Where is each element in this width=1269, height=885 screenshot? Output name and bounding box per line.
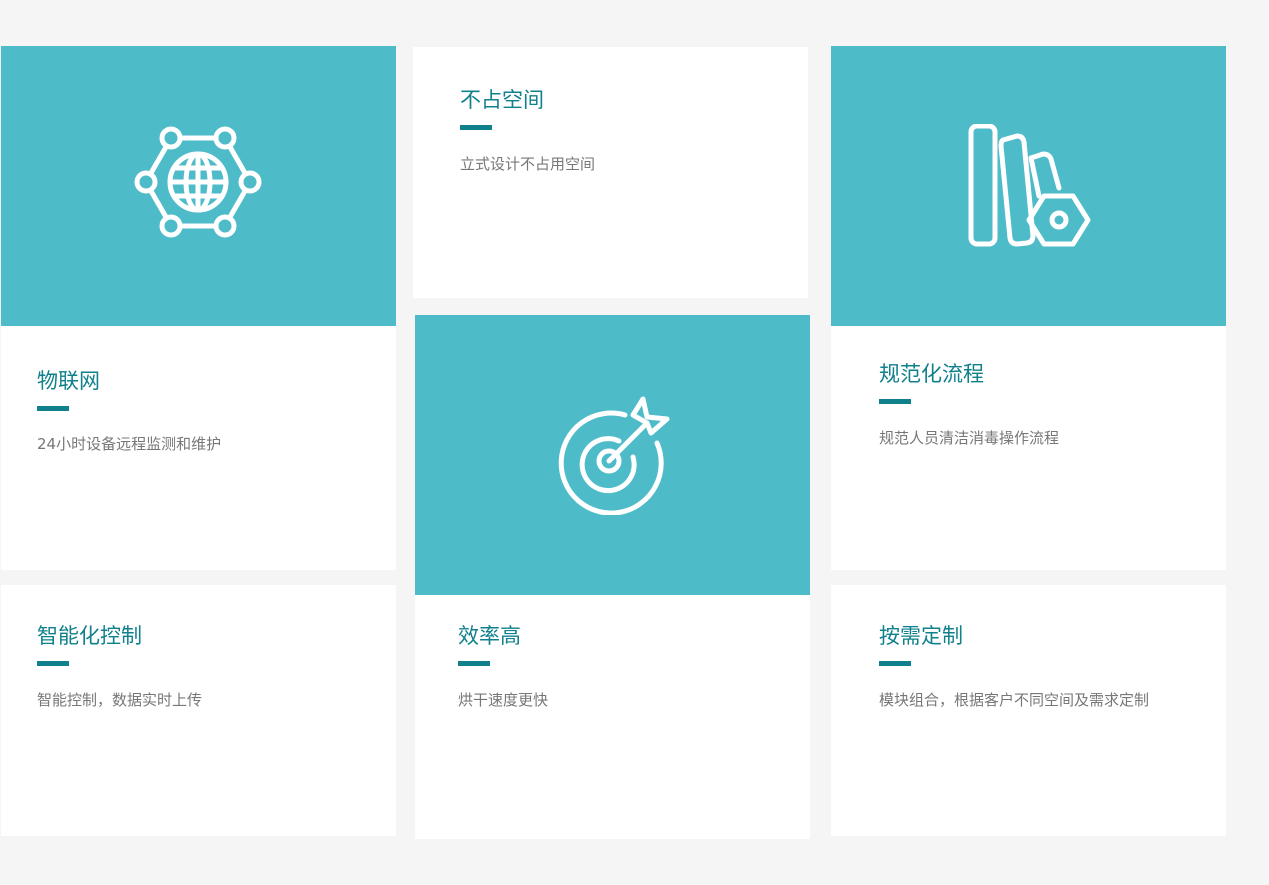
feature-desc-process: 规范人员清洁消毒操作流程 <box>879 429 1060 447</box>
feature-card-process: 规范化流程 规范人员清洁消毒操作流程 <box>831 46 1226 570</box>
feature-title-underline <box>879 399 911 404</box>
feature-title-custom: 按需定制 <box>879 624 963 648</box>
books-pen-icon <box>968 124 1090 247</box>
feature-card-smart: 智能化控制 智能控制，数据实时上传 <box>1 585 396 836</box>
feature-desc-smart: 智能控制，数据实时上传 <box>37 691 203 709</box>
feature-desc-custom: 模块组合，根据客户不同空间及需求定制 <box>879 691 1150 709</box>
feature-card-efficiency-banner <box>415 315 810 595</box>
feature-desc-efficiency: 烘干速度更快 <box>458 691 549 709</box>
feature-title-underline <box>37 406 69 411</box>
feature-desc-space: 立式设计不占用空间 <box>460 155 596 173</box>
target-arrow-icon <box>558 396 669 515</box>
feature-title-underline <box>460 125 492 130</box>
feature-title-iot: 物联网 <box>37 369 100 393</box>
feature-title-process: 规范化流程 <box>879 362 984 386</box>
feature-card-iot: 物联网 24小时设备远程监测和维护 <box>1 46 396 570</box>
feature-card-custom: 按需定制 模块组合，根据客户不同空间及需求定制 <box>831 585 1226 836</box>
feature-title-underline <box>458 661 490 666</box>
feature-card-efficiency: 效率高 烘干速度更快 <box>415 315 810 839</box>
feature-title-space: 不占空间 <box>460 88 544 112</box>
network-globe-icon <box>134 126 261 238</box>
feature-card-process-banner <box>831 46 1226 326</box>
feature-title-efficiency: 效率高 <box>458 624 521 648</box>
feature-card-iot-banner <box>1 46 396 326</box>
feature-title-underline <box>37 661 69 666</box>
feature-desc-iot: 24小时设备远程监测和维护 <box>37 435 222 453</box>
feature-title-smart: 智能化控制 <box>37 624 142 648</box>
feature-card-space: 不占空间 立式设计不占用空间 <box>413 47 808 298</box>
feature-title-underline <box>879 661 911 666</box>
